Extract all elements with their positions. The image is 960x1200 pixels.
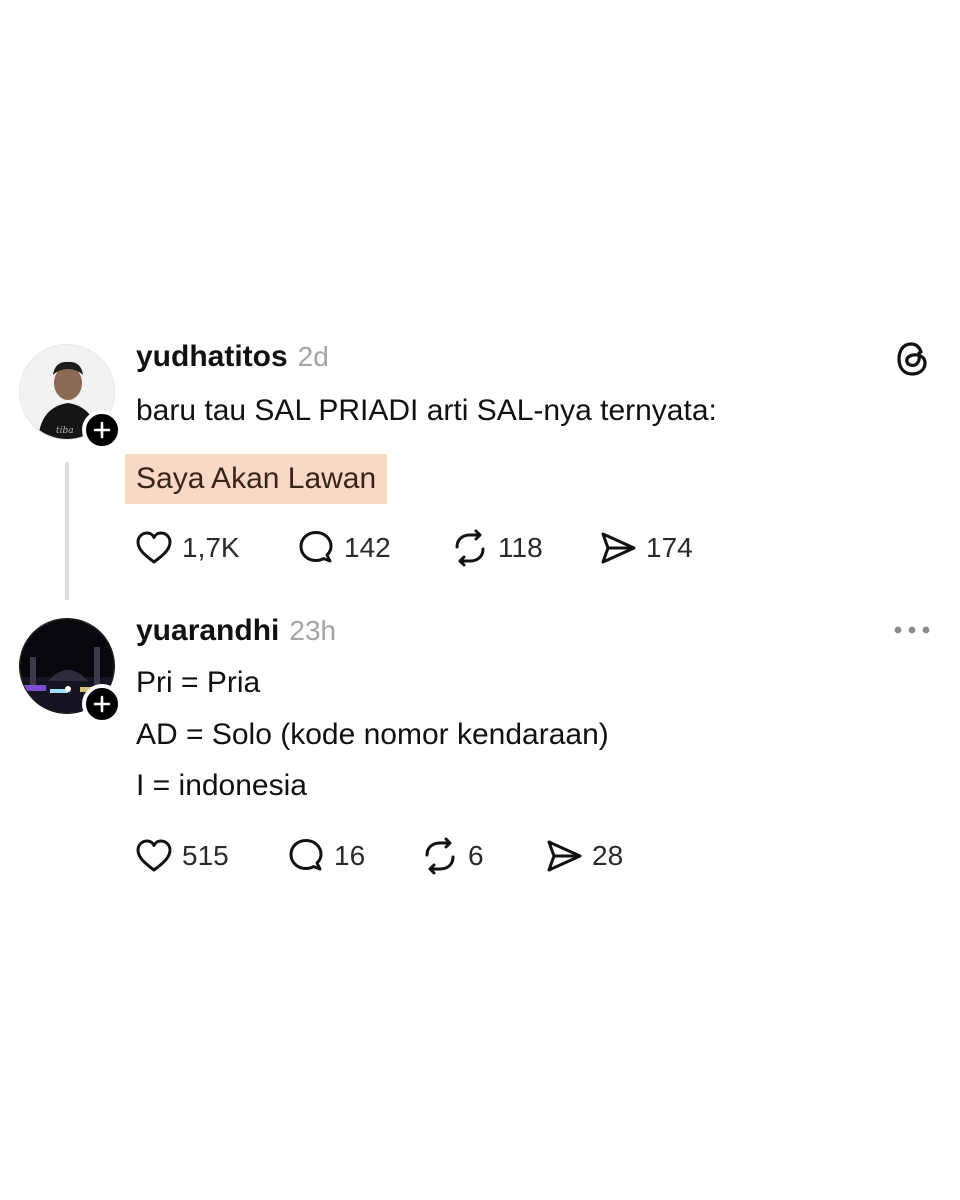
reply-button[interactable]: 16 (286, 836, 420, 876)
post-yuarandhi: yuarandhi 23h Pri = Pria AD = Solo (kode… (0, 0, 960, 1200)
speech-bubble-icon (289, 839, 323, 871)
repost-button[interactable]: 6 (420, 836, 544, 876)
post-text-line: Pri = Pria (136, 666, 261, 699)
repost-arrows-icon (425, 837, 455, 875)
post-header: yuarandhi 23h (136, 614, 336, 648)
reply-count: 16 (334, 840, 366, 871)
like-count: 515 (182, 840, 229, 871)
timestamp: 23h (289, 615, 337, 646)
more-options-icon (894, 626, 930, 634)
more-options-button[interactable] (892, 620, 932, 645)
follow-plus-button[interactable] (82, 684, 122, 724)
post-text-line: I = indonesia (136, 769, 307, 802)
post-text-line: AD = Solo (kode nomor kendaraan) (136, 718, 609, 751)
plus-icon (93, 695, 111, 713)
share-count: 28 (592, 840, 624, 871)
username[interactable]: yuarandhi (136, 614, 279, 648)
like-button[interactable]: 515 (134, 836, 286, 876)
action-bar: 515 16 6 28 (134, 834, 623, 878)
share-button[interactable]: 28 (544, 836, 623, 876)
send-paper-plane-icon (547, 840, 582, 872)
heart-icon (136, 839, 172, 872)
repost-count: 6 (468, 840, 484, 871)
